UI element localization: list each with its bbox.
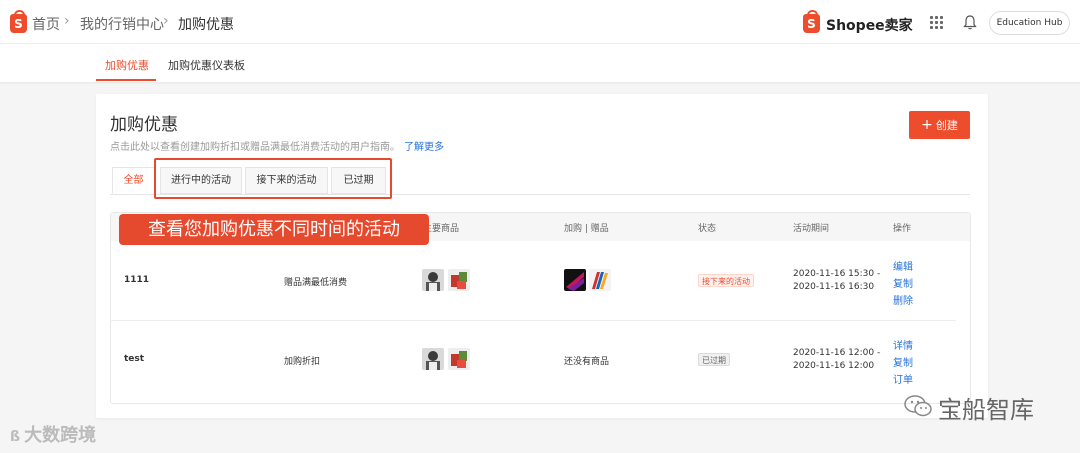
status-badge-label: 接下来的活动 (702, 277, 750, 286)
row-divider (110, 320, 956, 321)
copy-link[interactable]: 复制 (893, 354, 913, 369)
status-badge-label: 已过期 (702, 356, 726, 365)
product-thumbnail[interactable] (448, 348, 470, 370)
breadcrumb-current: 加购优惠 (178, 17, 234, 33)
create-button[interactable]: + 创建 (909, 111, 970, 139)
watermark-left: ß 大数跨境 (10, 421, 96, 447)
gift-thumbnail[interactable] (564, 269, 586, 291)
column-header-period: 活动期间 (793, 224, 830, 234)
status-badge: 接下来的活动 (698, 274, 754, 287)
row-2-type: 加购折扣 (284, 357, 321, 367)
row-2-period-start: 2020-11-16 12:00 - (793, 348, 881, 358)
column-header-status: 状态 (698, 224, 717, 234)
chevron-right-icon: › (163, 13, 169, 29)
row-1-type: 赠品满最低消费 (284, 278, 348, 288)
tab-addon-dashboard[interactable]: 加购优惠仪表板 (168, 57, 245, 73)
row-1-name: 1111 (124, 275, 150, 285)
copy-link[interactable]: 复制 (893, 275, 913, 290)
row-1-period-start: 2020-11-16 15:30 - (793, 269, 881, 279)
description-text: 点击此处以查看创建加购折扣或赠品满最低消费活动的用户指南。 (110, 142, 400, 153)
delete-link[interactable]: 删除 (893, 292, 913, 307)
bell-icon[interactable] (963, 15, 977, 30)
edit-link[interactable]: 编辑 (893, 258, 913, 273)
shopee-logo-icon[interactable]: S (10, 10, 27, 33)
brand-name[interactable]: Shopee卖家 (826, 15, 913, 35)
status-badge: 已过期 (698, 353, 730, 366)
product-thumbnail[interactable] (422, 269, 444, 291)
product-thumbnail[interactable] (422, 348, 444, 370)
row-2-addon: 还没有商品 (564, 357, 610, 367)
orders-link[interactable]: 订单 (893, 371, 913, 386)
row-1-period-end: 2020-11-16 16:30 (793, 282, 875, 292)
gift-thumbnail[interactable] (589, 269, 611, 291)
learn-more-link[interactable]: 了解更多 (404, 142, 444, 153)
shopee-seller-logo-icon[interactable]: S (803, 10, 820, 33)
plus-icon: + (921, 117, 933, 133)
wechat-icon (904, 395, 932, 417)
create-button-label: 创建 (935, 119, 958, 132)
page-title: 加购优惠 (110, 115, 178, 135)
page-description: 点击此处以查看创建加购折扣或赠品满最低消费活动的用户指南。 了解更多 (110, 138, 444, 153)
column-header-actions: 操作 (893, 224, 912, 234)
breadcrumb-marketing[interactable]: 我的行销中心 (80, 14, 164, 34)
tab-all[interactable]: 全部 (112, 167, 155, 194)
active-tab-indicator (96, 79, 156, 81)
sub-navigation (0, 44, 1080, 82)
annotation-callout: 查看您加购优惠不同时间的活动 (119, 214, 429, 245)
chevron-right-icon: › (64, 13, 70, 29)
row-2-name: test (124, 354, 145, 364)
tabs-highlight-box (154, 158, 392, 199)
product-thumbnail[interactable] (448, 269, 470, 291)
details-link[interactable]: 详情 (893, 337, 913, 352)
tab-addon-deals[interactable]: 加购优惠 (105, 57, 149, 73)
column-header-addon-gift: 加购 | 赠品 (564, 224, 609, 234)
watermark-right: 宝船智库 (938, 396, 1034, 424)
row-2-period-end: 2020-11-16 12:00 (793, 361, 875, 371)
education-hub-button[interactable]: Education Hub (989, 11, 1070, 35)
breadcrumb-home[interactable]: 首页 (32, 14, 60, 34)
watermark-logo-icon: ß (10, 429, 21, 445)
watermark-left-text: 大数跨境 (24, 425, 97, 446)
grid-apps-icon[interactable] (930, 16, 943, 29)
